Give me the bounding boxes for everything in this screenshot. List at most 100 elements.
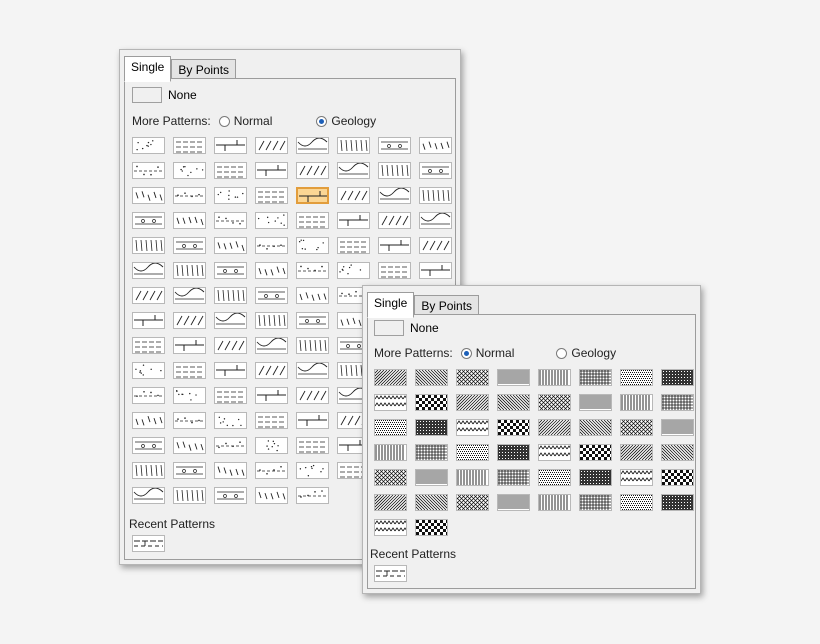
geology-pattern-swatch[interactable] xyxy=(255,137,288,154)
geology-pattern-swatch[interactable] xyxy=(296,262,329,279)
normal-pattern-swatch[interactable] xyxy=(579,494,612,511)
geology-pattern-swatch[interactable] xyxy=(214,337,247,354)
normal-pattern-swatch[interactable] xyxy=(579,419,612,436)
normal-pattern-swatch[interactable] xyxy=(497,494,530,511)
geology-pattern-swatch[interactable] xyxy=(378,262,411,279)
normal-pattern-swatch[interactable] xyxy=(374,444,407,461)
geology-pattern-swatch[interactable] xyxy=(419,137,452,154)
geology-pattern-swatch[interactable] xyxy=(255,337,288,354)
radio-geology[interactable]: Geology xyxy=(556,346,616,360)
geology-pattern-swatch[interactable] xyxy=(173,437,206,454)
normal-pattern-swatch[interactable] xyxy=(456,369,489,386)
normal-pattern-swatch[interactable] xyxy=(661,394,694,411)
normal-pattern-swatch[interactable] xyxy=(661,419,694,436)
normal-pattern-swatch[interactable] xyxy=(661,494,694,511)
geology-pattern-swatch[interactable] xyxy=(296,312,329,329)
geology-pattern-swatch[interactable] xyxy=(173,237,206,254)
geology-pattern-swatch[interactable] xyxy=(337,162,370,179)
geology-pattern-swatch[interactable] xyxy=(132,187,165,204)
geology-pattern-swatch[interactable] xyxy=(296,212,329,229)
geology-pattern-swatch[interactable] xyxy=(255,387,288,404)
normal-pattern-swatch[interactable] xyxy=(661,444,694,461)
geology-pattern-swatch[interactable] xyxy=(132,487,165,504)
geology-pattern-swatch[interactable] xyxy=(214,437,247,454)
normal-pattern-swatch[interactable] xyxy=(456,494,489,511)
geology-pattern-swatch[interactable] xyxy=(296,387,329,404)
none-option[interactable]: None xyxy=(374,320,439,336)
geology-pattern-swatch[interactable] xyxy=(296,337,329,354)
geology-pattern-swatch[interactable] xyxy=(255,162,288,179)
normal-pattern-swatch[interactable] xyxy=(538,394,571,411)
normal-pattern-swatch[interactable] xyxy=(456,394,489,411)
geology-pattern-swatch[interactable] xyxy=(132,287,165,304)
geology-pattern-swatch[interactable] xyxy=(214,137,247,154)
geology-pattern-swatch[interactable] xyxy=(214,237,247,254)
geology-pattern-swatch[interactable] xyxy=(337,262,370,279)
geology-pattern-swatch[interactable] xyxy=(419,212,452,229)
geology-pattern-swatch[interactable] xyxy=(214,287,247,304)
geology-pattern-swatch[interactable] xyxy=(173,287,206,304)
normal-pattern-swatch[interactable] xyxy=(579,469,612,486)
geology-pattern-swatch[interactable] xyxy=(337,237,370,254)
none-swatch[interactable] xyxy=(374,320,404,336)
normal-pattern-swatch[interactable] xyxy=(374,394,407,411)
geology-pattern-swatch[interactable] xyxy=(173,487,206,504)
normal-pattern-swatch[interactable] xyxy=(620,394,653,411)
geology-pattern-swatch[interactable] xyxy=(296,437,329,454)
radio-geology-indicator[interactable] xyxy=(556,348,567,359)
geology-pattern-swatch[interactable] xyxy=(173,137,206,154)
geology-pattern-swatch[interactable] xyxy=(214,187,247,204)
normal-pattern-swatch[interactable] xyxy=(497,394,530,411)
geology-pattern-swatch[interactable] xyxy=(132,137,165,154)
none-swatch[interactable] xyxy=(132,87,162,103)
geology-pattern-swatch[interactable] xyxy=(132,312,165,329)
radio-geology-indicator[interactable] xyxy=(316,116,327,127)
normal-pattern-swatch[interactable] xyxy=(374,469,407,486)
geology-pattern-swatch[interactable] xyxy=(296,287,329,304)
geology-pattern-swatch[interactable] xyxy=(255,437,288,454)
normal-pattern-swatch[interactable] xyxy=(579,394,612,411)
normal-pattern-swatch[interactable] xyxy=(374,369,407,386)
normal-pattern-swatch[interactable] xyxy=(497,444,530,461)
geology-pattern-swatch[interactable] xyxy=(132,437,165,454)
normal-pattern-swatch[interactable] xyxy=(497,419,530,436)
geology-pattern-swatch[interactable] xyxy=(173,462,206,479)
geology-pattern-swatch[interactable] xyxy=(296,162,329,179)
geology-pattern-swatch[interactable] xyxy=(214,212,247,229)
geology-pattern-swatch[interactable] xyxy=(173,362,206,379)
geology-pattern-swatch[interactable] xyxy=(296,362,329,379)
normal-pattern-swatch[interactable] xyxy=(456,444,489,461)
geology-pattern-swatch[interactable] xyxy=(337,137,370,154)
normal-pattern-swatch[interactable] xyxy=(415,444,448,461)
normal-pattern-swatch[interactable] xyxy=(538,369,571,386)
geology-pattern-swatch[interactable] xyxy=(296,137,329,154)
normal-pattern-swatch[interactable] xyxy=(579,444,612,461)
normal-pattern-swatch[interactable] xyxy=(538,444,571,461)
normal-pattern-swatch[interactable] xyxy=(620,469,653,486)
geology-pattern-swatch[interactable] xyxy=(296,412,329,429)
geology-pattern-swatch[interactable] xyxy=(255,312,288,329)
normal-pattern-swatch[interactable] xyxy=(661,469,694,486)
geology-pattern-swatch[interactable] xyxy=(214,362,247,379)
geology-pattern-swatch[interactable] xyxy=(214,412,247,429)
none-option[interactable]: None xyxy=(132,87,197,103)
radio-normal-indicator[interactable] xyxy=(219,116,230,127)
geology-pattern-swatch[interactable] xyxy=(173,337,206,354)
geology-pattern-swatch[interactable] xyxy=(214,387,247,404)
geology-pattern-swatch[interactable] xyxy=(173,262,206,279)
geology-pattern-swatch[interactable] xyxy=(296,487,329,504)
geology-pattern-swatch[interactable] xyxy=(378,162,411,179)
geology-pattern-swatch[interactable] xyxy=(296,462,329,479)
geology-pattern-swatch[interactable] xyxy=(173,187,206,204)
geology-pattern-swatch[interactable] xyxy=(255,187,288,204)
normal-pattern-swatch[interactable] xyxy=(661,369,694,386)
geology-pattern-swatch[interactable] xyxy=(132,212,165,229)
geology-pattern-swatch[interactable] xyxy=(132,262,165,279)
geology-pattern-swatch[interactable] xyxy=(214,462,247,479)
tab-single[interactable]: Single xyxy=(124,56,171,82)
normal-pattern-swatch[interactable] xyxy=(374,419,407,436)
geology-pattern-swatch[interactable] xyxy=(255,362,288,379)
geology-pattern-swatch[interactable] xyxy=(132,337,165,354)
normal-pattern-swatch[interactable] xyxy=(456,419,489,436)
geology-pattern-swatch[interactable] xyxy=(419,187,452,204)
